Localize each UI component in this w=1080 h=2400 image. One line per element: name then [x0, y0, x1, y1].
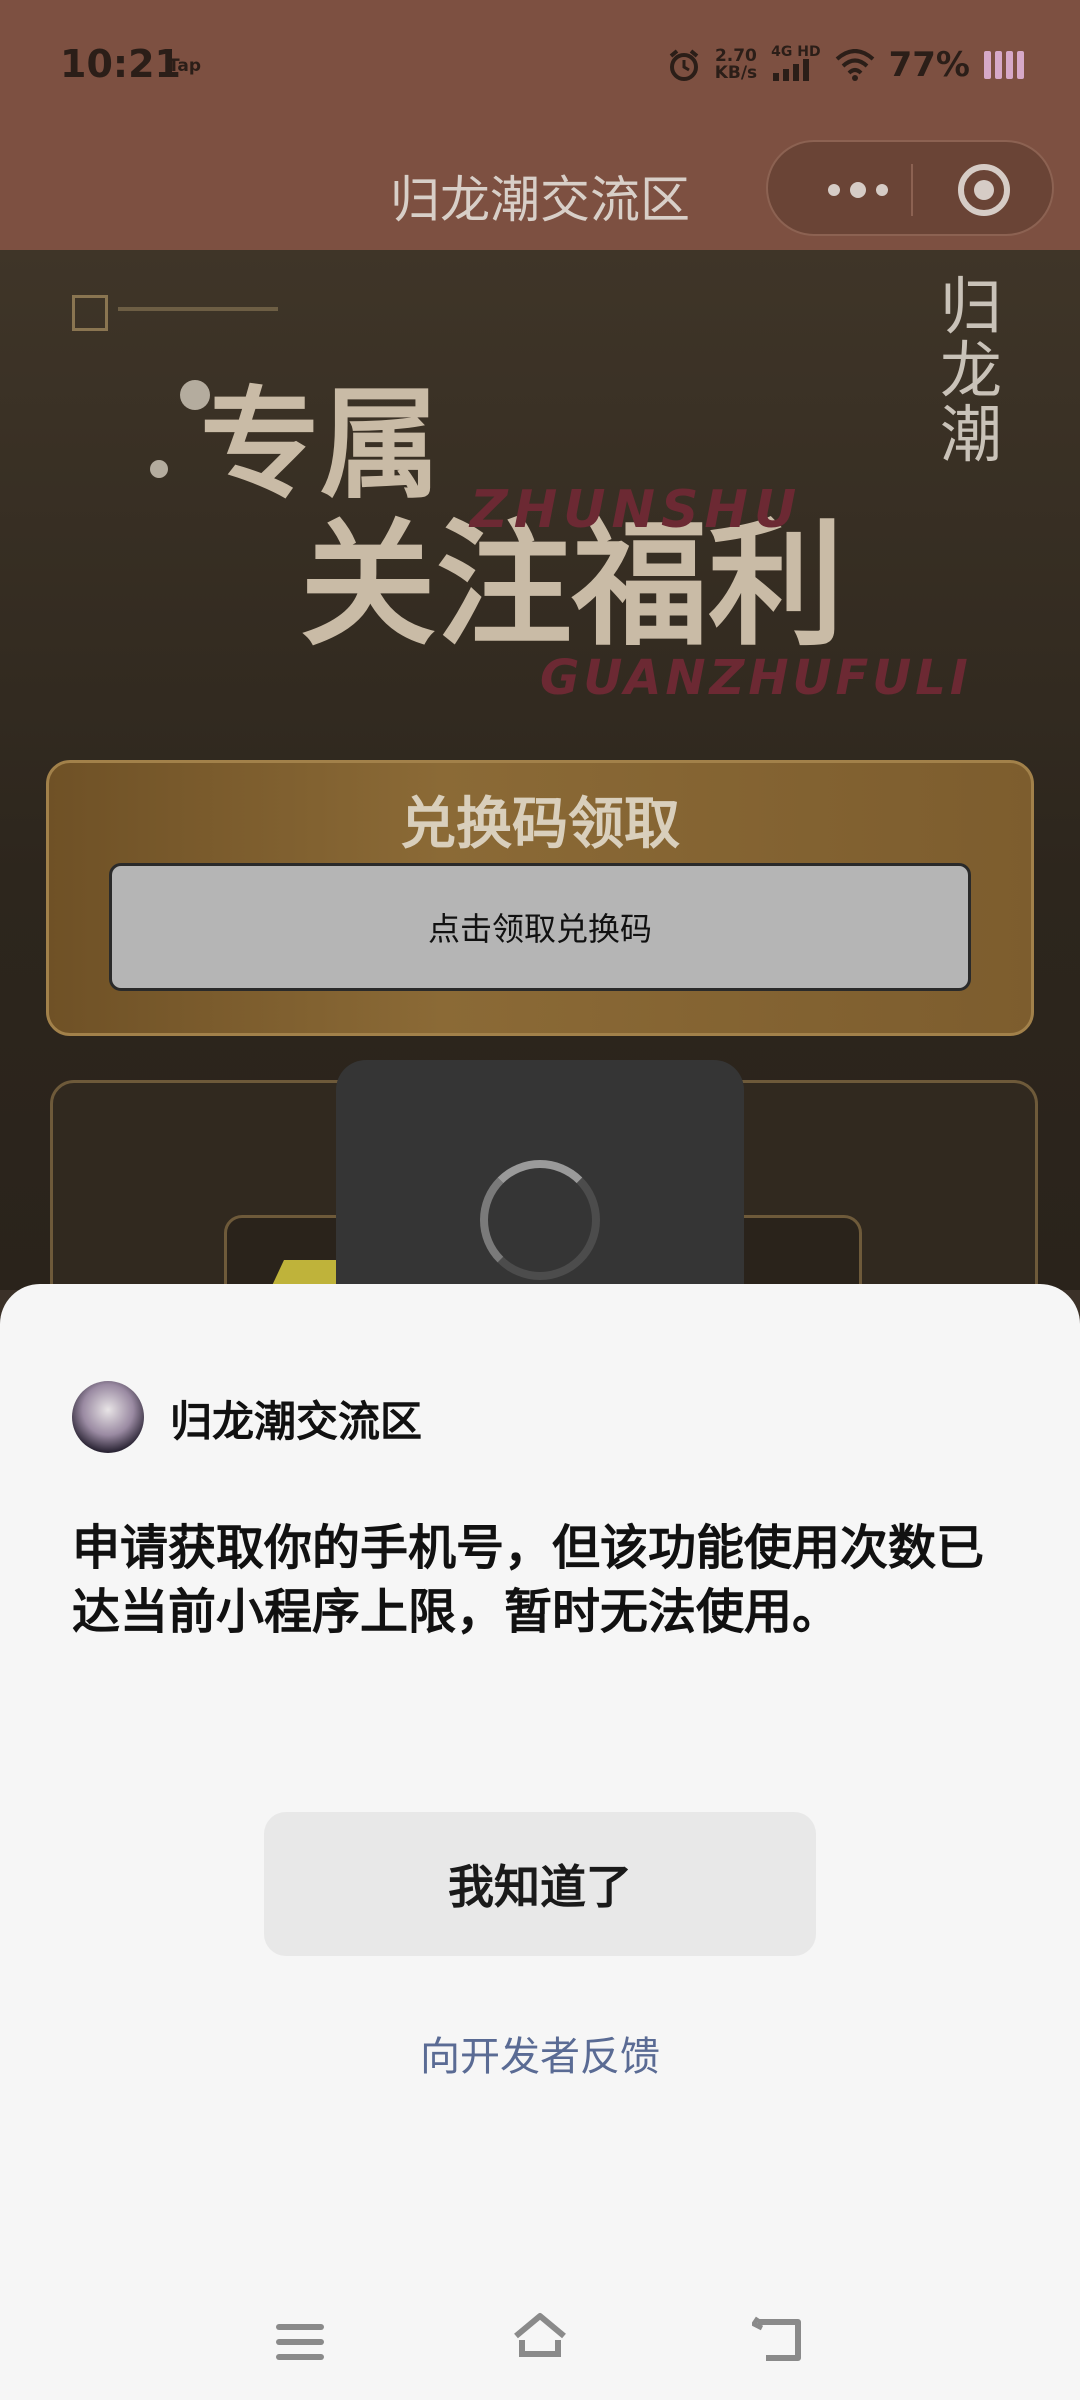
- decor-dot: [150, 460, 168, 478]
- network-type: 4G HD: [771, 44, 821, 60]
- spinner-icon: [480, 1160, 600, 1280]
- status-time: 10:21: [60, 42, 181, 86]
- close-miniprogram-icon[interactable]: [958, 164, 1010, 216]
- system-nav-bar: [0, 2280, 1080, 2400]
- battery-icon: [984, 51, 1030, 79]
- status-right-group: 2.70 KB/s 4G HD 77%: [667, 40, 1030, 90]
- capsule-divider: [911, 164, 913, 216]
- alarm-icon: [669, 49, 698, 81]
- signal-icon: [773, 59, 810, 81]
- network-speed: 2.70 KB/s: [715, 48, 757, 82]
- game-logo: 归龙潮: [940, 270, 1003, 471]
- pinyin-line2: GUANZHUFULI: [540, 650, 972, 706]
- menu-icon[interactable]: [276, 2324, 324, 2364]
- status-bar: 10:21 Tap 2.70 KB/s 4G HD 77%: [0, 0, 1080, 130]
- dialog-app-name: 归龙潮交流区: [170, 1397, 423, 1446]
- home-icon[interactable]: [510, 2310, 570, 2360]
- title-bar: 归龙潮交流区: [0, 130, 1080, 250]
- brand-mark-icon: [72, 295, 108, 331]
- speed-unit: KB/s: [714, 63, 758, 83]
- more-icon[interactable]: [808, 168, 908, 212]
- status-tap-label: Tap: [168, 56, 202, 76]
- claim-code-button[interactable]: 点击领取兑换码: [109, 863, 971, 991]
- battery-percent: 77%: [888, 45, 970, 85]
- cellular-block: 4G HD: [771, 44, 821, 85]
- redeem-panel: 兑换码领取 点击领取兑换码: [46, 760, 1034, 1036]
- back-icon[interactable]: [752, 2314, 808, 2364]
- permission-dialog: 归龙潮交流区 申请获取你的手机号，但该功能使用次数已达当前小程序上限，暂时无法使…: [0, 1284, 1080, 2400]
- capsule-menu: [766, 140, 1054, 236]
- brand-line: [118, 307, 278, 311]
- feedback-link[interactable]: 向开发者反馈: [0, 2024, 1080, 2082]
- ok-button[interactable]: 我知道了: [264, 1812, 816, 1956]
- pinyin-line1: ZHUNSHU: [470, 480, 803, 540]
- dialog-message: 申请获取你的手机号，但该功能使用次数已达当前小程序上限，暂时无法使用。: [72, 1520, 985, 1640]
- wifi-icon: [835, 49, 874, 81]
- redeem-title: 兑换码领取: [400, 791, 680, 857]
- app-avatar: [72, 1381, 144, 1453]
